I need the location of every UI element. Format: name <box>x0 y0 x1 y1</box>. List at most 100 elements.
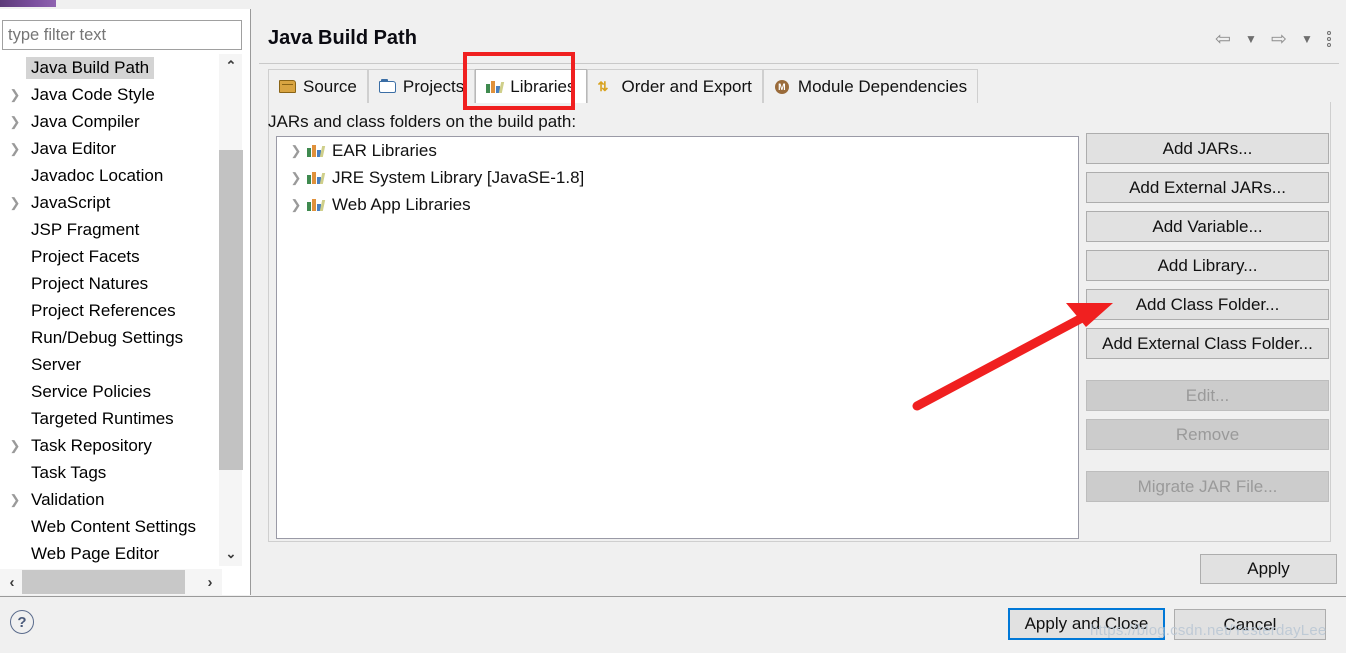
sidebar-item-project-natures[interactable]: ❯Project Natures <box>0 270 222 297</box>
sidebar-item-jsp-fragment[interactable]: ❯JSP Fragment <box>0 216 222 243</box>
library-item[interactable]: ❯ JRE System Library [JavaSE-1.8] <box>277 164 1078 191</box>
chevron-right-icon[interactable]: ❯ <box>4 196 26 209</box>
tab-libraries[interactable]: Libraries <box>475 69 587 103</box>
apply-button[interactable]: Apply <box>1200 554 1337 584</box>
library-action-buttons: Add JARs... Add External JARs... Add Varia… <box>1086 133 1329 510</box>
sidebar-item-web-content-settings[interactable]: ❯Web Content Settings <box>0 513 222 540</box>
section-label: JARs and class folders on the build path… <box>268 112 577 131</box>
add-library-button[interactable]: Add Library... <box>1086 250 1329 281</box>
page-title: Java Build Path <box>268 27 417 49</box>
filter-input[interactable] <box>3 25 241 45</box>
sidebar-item-web-page-editor[interactable]: ❯Web Page Editor <box>0 540 222 566</box>
sidebar-item-label: JSP Fragment <box>31 219 140 239</box>
build-path-tabs: Source Projects Libraries ⇅ Order and Export… <box>268 69 1331 103</box>
add-external-class-folder-button[interactable]: Add External Class Folder... <box>1086 328 1329 359</box>
sidebar-item-java-editor[interactable]: ❯ Java Editor <box>0 135 222 162</box>
sidebar-item-label: JavaScript <box>31 192 111 212</box>
package-icon <box>279 79 296 94</box>
libraries-tree[interactable]: ❯ EAR Libraries ❯ JRE System Library [JavaS… <box>276 136 1079 539</box>
sidebar-item-task-tags[interactable]: ❯Task Tags <box>0 459 222 486</box>
title-divider <box>259 63 1339 64</box>
tab-label: Libraries <box>510 76 576 96</box>
navigation-toolbar: ⇦ ▼ ⇨ ▼ <box>1210 26 1336 52</box>
chevron-right-icon[interactable]: ❯ <box>4 115 26 128</box>
chevron-right-icon[interactable]: ❯ <box>285 143 307 159</box>
sidebar-item-label: Task Repository <box>31 435 152 455</box>
sidebar-item-targeted-runtimes[interactable]: ❯Targeted Runtimes <box>0 405 222 432</box>
order-icon: ⇅ <box>597 79 609 94</box>
folder-icon <box>378 79 396 94</box>
sidebar-horizontal-scrollbar[interactable]: ‹ › <box>0 569 222 595</box>
tab-label: Source <box>303 76 357 96</box>
scroll-right-icon[interactable]: › <box>198 569 222 595</box>
books-icon <box>486 79 505 94</box>
sidebar-item-label: Service Policies <box>31 381 151 401</box>
back-icon[interactable]: ⇦ <box>1210 26 1236 52</box>
sidebar-item-project-references[interactable]: ❯Project References <box>0 297 222 324</box>
tab-order-and-export[interactable]: ⇅ Order and Export <box>586 69 763 103</box>
edit-button: Edit... <box>1086 380 1329 411</box>
tab-projects[interactable]: Projects <box>367 69 476 103</box>
sidebar-item-validation[interactable]: ❯ Validation <box>0 486 222 513</box>
sidebar-item-project-facets[interactable]: ❯Project Facets <box>0 243 222 270</box>
chevron-right-icon[interactable]: ❯ <box>4 142 26 155</box>
add-class-folder-button[interactable]: Add Class Folder... <box>1086 289 1329 320</box>
sidebar-item-label: Java Editor <box>31 138 117 158</box>
watermark-text: https://blog.csdn.net/YesterdayLee <box>1090 622 1327 639</box>
library-item[interactable]: ❯ EAR Libraries <box>277 137 1078 164</box>
scroll-down-icon[interactable]: ⌄ <box>219 542 243 566</box>
view-menu-icon[interactable] <box>1322 26 1336 52</box>
sidebar-item-label: Run/Debug Settings <box>31 327 184 347</box>
sidebar-item-server[interactable]: ❯Server <box>0 351 222 378</box>
tab-source[interactable]: Source <box>268 69 368 103</box>
sidebar-item-label: Task Tags <box>31 462 107 482</box>
sidebar-vertical-scrollbar[interactable]: ⌃ ⌄ <box>218 54 243 566</box>
library-item-label: JRE System Library [JavaSE-1.8] <box>332 167 585 187</box>
tab-module-dependencies[interactable]: M Module Dependencies <box>762 69 979 103</box>
preferences-sidebar: ❯Java Build Path❯Java Code Style❯Java Co… <box>0 9 250 595</box>
filter-box[interactable] <box>2 20 242 50</box>
chevron-right-icon[interactable]: ❯ <box>4 88 26 101</box>
preferences-tree: ❯Java Build Path❯Java Code Style❯Java Co… <box>0 54 250 566</box>
library-item[interactable]: ❯ Web App Libraries <box>277 191 1078 218</box>
sidebar-item-java-build-path[interactable]: ❯Java Build Path <box>0 54 222 81</box>
sidebar-item-task-repository[interactable]: ❯ Task Repository <box>0 432 222 459</box>
window-accent-sliver <box>0 0 56 7</box>
chevron-right-icon[interactable]: ❯ <box>285 197 307 213</box>
forward-icon[interactable]: ⇨ <box>1266 26 1292 52</box>
sidebar-item-javascript[interactable]: ❯ JavaScript <box>0 189 222 216</box>
sidebar-item-java-compiler[interactable]: ❯ Java Compiler <box>0 108 222 135</box>
sidebar-item-javadoc-location[interactable]: ❯Javadoc Location <box>0 162 222 189</box>
library-item-label: Web App Libraries <box>332 194 471 214</box>
tab-label: Projects <box>402 76 465 96</box>
chevron-right-icon[interactable]: ❯ <box>4 439 26 452</box>
scroll-left-icon[interactable]: ‹ <box>0 569 24 595</box>
sidebar-item-label: Validation <box>31 489 105 509</box>
books-icon <box>307 143 326 158</box>
remove-button: Remove <box>1086 419 1329 450</box>
sidebar-item-label: Project Facets <box>31 246 140 266</box>
back-history-chevron-down-icon[interactable]: ▼ <box>1238 26 1264 52</box>
library-item-label: EAR Libraries <box>332 140 437 160</box>
sidebar-item-service-policies[interactable]: ❯Service Policies <box>0 378 222 405</box>
help-icon[interactable]: ? <box>10 610 34 634</box>
add-external-jars-button[interactable]: Add External JARs... <box>1086 172 1329 203</box>
sidebar-item-java-code-style[interactable]: ❯ Java Code Style <box>0 81 222 108</box>
sidebar-item-run-debug-settings[interactable]: ❯Run/Debug Settings <box>0 324 222 351</box>
tab-label: Order and Export <box>621 76 752 96</box>
preferences-content-panel: Java Build Path ⇦ ▼ ⇨ ▼ Source Projects Li… <box>250 9 1346 595</box>
chevron-right-icon[interactable]: ❯ <box>285 170 307 186</box>
add-jars-button[interactable]: Add JARs... <box>1086 133 1329 164</box>
tab-label: Module Dependencies <box>797 76 968 96</box>
chevron-right-icon[interactable]: ❯ <box>4 493 26 506</box>
sidebar-item-label: Java Build Path <box>26 56 155 79</box>
sidebar-item-label: Javadoc Location <box>31 165 164 185</box>
books-icon <box>307 170 326 185</box>
scroll-up-icon[interactable]: ⌃ <box>219 54 243 78</box>
books-icon <box>307 197 326 212</box>
forward-history-chevron-down-icon[interactable]: ▼ <box>1294 26 1320 52</box>
add-variable-button[interactable]: Add Variable... <box>1086 211 1329 242</box>
vertical-scroll-thumb[interactable] <box>219 150 243 470</box>
horizontal-scroll-thumb[interactable] <box>22 570 185 594</box>
eclipse-preferences-dialog: ❯Java Build Path❯Java Code Style❯Java Co… <box>0 0 1346 653</box>
